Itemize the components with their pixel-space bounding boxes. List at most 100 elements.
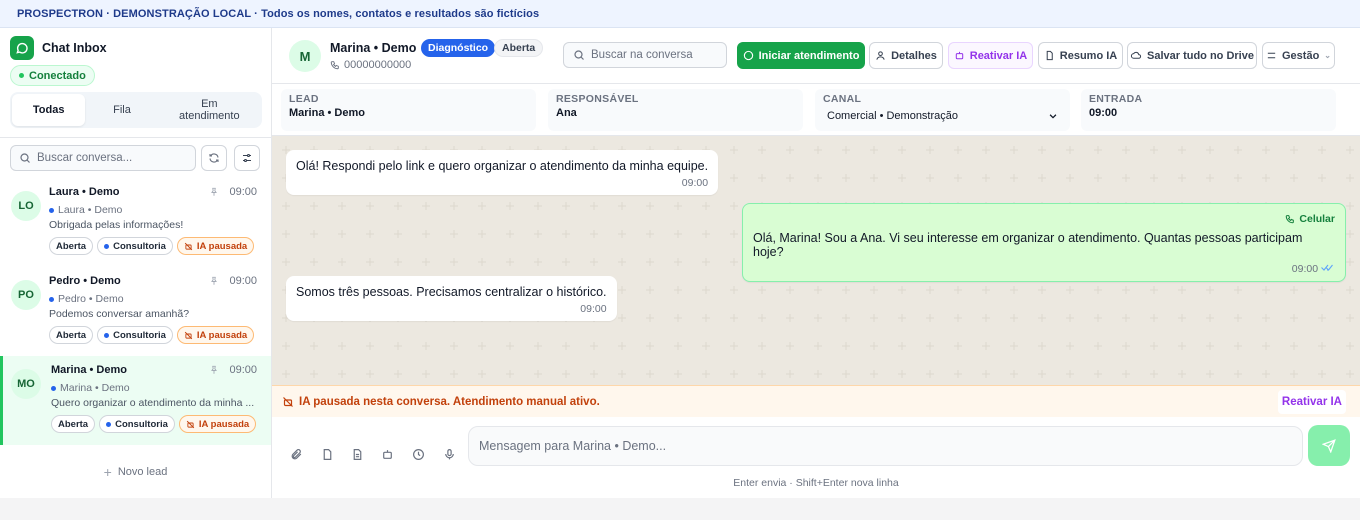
message-text: Olá, Marina! Sou a Ana. Vi seu interesse… xyxy=(753,231,1303,259)
avatar: PO xyxy=(11,280,41,310)
ai-paused-notice-text: IA pausada nesta conversa. Atendimento m… xyxy=(299,395,600,408)
message-text: Olá! Respondi pelo link e quero organiza… xyxy=(296,159,709,173)
channel-field: CANAL Comercial • Demonstração xyxy=(815,89,1070,131)
conversation-search-input[interactable]: Buscar conversa... xyxy=(10,145,196,171)
entry-label: ENTRADA xyxy=(1089,93,1143,105)
tag-ai-paused: IA pausada xyxy=(178,415,257,433)
tag-category-label: Consultoria xyxy=(113,329,166,341)
demo-banner-text: PROSPECTRON · DEMONSTRAÇÃO LOCAL · Todos… xyxy=(17,7,540,20)
conversation-tags: Aberta Consultoria IA pausada xyxy=(51,415,257,433)
message-thread[interactable]: Olá! Respondi pelo link e quero organiza… xyxy=(272,136,1360,385)
sidebar: Chat Inbox Conectado Todas Fila Em atend… xyxy=(0,28,272,498)
voice-button[interactable] xyxy=(439,444,459,464)
message-time: 09:00 xyxy=(681,177,709,189)
conversation-name: Pedro • Demo xyxy=(49,275,121,287)
bot-off-icon xyxy=(186,420,195,428)
conversation-name: Marina • Demo xyxy=(51,364,127,376)
tag-open: Aberta xyxy=(49,326,94,344)
pin-icon xyxy=(211,187,218,196)
ai-summary-button[interactable]: Resumo IA xyxy=(1038,42,1123,69)
conversation-preview: Obrigada pelas informações! xyxy=(49,219,184,231)
stage-badge: Diagnóstico xyxy=(421,39,496,57)
message-time: 09:00 xyxy=(1291,263,1319,275)
message-search-input[interactable]: Buscar na conversa xyxy=(563,42,727,68)
attach-button[interactable] xyxy=(286,444,306,464)
tab-all[interactable]: Todas xyxy=(12,94,86,126)
bot-off-icon xyxy=(283,396,293,407)
save-drive-button[interactable]: Salvar tudo no Drive xyxy=(1127,42,1257,69)
tag-open: Aberta xyxy=(49,237,94,255)
entry-value: 09:00 xyxy=(1089,107,1118,119)
check-circle-icon xyxy=(743,50,753,61)
message-text: Somos três pessoas. Precisamos centraliz… xyxy=(296,285,607,299)
ai-paused-notice: IA pausada nesta conversa. Atendimento m… xyxy=(272,385,1360,417)
management-label: Gestão xyxy=(1282,49,1320,62)
refresh-button[interactable] xyxy=(201,145,227,171)
user-icon xyxy=(876,51,885,60)
filter-tabs: Todas Fila Em atendimento xyxy=(10,92,262,128)
avatar: MO xyxy=(11,369,41,399)
conversation-search-placeholder: Buscar conversa... xyxy=(37,152,133,164)
tab-in-service[interactable]: Em atendimento xyxy=(159,94,260,126)
start-service-button[interactable]: Iniciar atendimento xyxy=(737,42,865,69)
tag-ai-paused-label: IA pausada xyxy=(198,418,250,430)
conversation-contact-label: Laura • Demo xyxy=(58,204,123,216)
tag-ai-paused-label: IA pausada xyxy=(196,329,248,341)
tag-category: Consultoria xyxy=(97,237,173,255)
sidebar-divider xyxy=(0,137,271,138)
conversation-item-marina[interactable]: MO Marina • Demo 09:00 Marina • Demo Que… xyxy=(0,356,271,445)
channel-select[interactable]: Comercial • Demonstração xyxy=(823,108,1062,124)
search-icon xyxy=(574,50,584,60)
template-button[interactable] xyxy=(317,444,337,464)
lead-value: Marina • Demo xyxy=(289,107,365,119)
conversation-contact: Laura • Demo xyxy=(49,204,122,216)
contact-name: Marina • Demo xyxy=(330,41,417,55)
schedule-button[interactable] xyxy=(408,444,428,464)
management-dropdown[interactable]: Gestão ⌄ xyxy=(1262,42,1335,69)
microphone-icon xyxy=(444,448,454,459)
send-icon xyxy=(1322,438,1336,453)
message-input[interactable]: Mensagem para Marina • Demo... xyxy=(468,426,1303,466)
composer-hint: Enter envia · Shift+Enter nova linha xyxy=(733,477,899,489)
conversation-contact: Marina • Demo xyxy=(51,382,130,394)
conversation-item-pedro[interactable]: PO Pedro • Demo 09:00 Pedro • Demo Podem… xyxy=(0,267,271,356)
details-button[interactable]: Detalhes xyxy=(869,42,943,69)
phone-icon xyxy=(330,61,339,70)
demo-banner: PROSPECTRON · DEMONSTRAÇÃO LOCAL · Todos… xyxy=(0,0,1360,28)
tag-category-label: Consultoria xyxy=(115,418,168,430)
reactivate-ai-label: Reativar IA xyxy=(969,49,1028,62)
tag-open: Aberta xyxy=(51,415,96,433)
tab-queue[interactable]: Fila xyxy=(85,94,158,126)
status-badge: Aberta xyxy=(494,39,544,57)
lead-label: LEAD xyxy=(289,93,319,105)
filters-button[interactable] xyxy=(234,145,260,171)
document-button[interactable] xyxy=(347,444,367,464)
plus-icon: + xyxy=(103,464,112,480)
conversation-time: 09:00 xyxy=(229,186,257,198)
conversation-tags: Aberta Consultoria IA pausada xyxy=(49,237,255,255)
contact-avatar: M xyxy=(289,40,321,72)
message-incoming: Somos três pessoas. Precisamos centraliz… xyxy=(286,276,617,321)
details-label: Detalhes xyxy=(891,49,937,62)
channel-dot-icon xyxy=(49,207,54,213)
refresh-icon xyxy=(209,153,219,163)
message-source: Celular xyxy=(753,213,1335,225)
clock-icon xyxy=(412,448,424,460)
tag-category-label: Consultoria xyxy=(113,240,166,252)
conversation-meta: 09:00 xyxy=(209,275,257,287)
message-composer: Mensagem para Marina • Demo... Enter env… xyxy=(272,417,1360,498)
conversation-item-laura[interactable]: LO Laura • Demo 09:00 Laura • Demo Obrig… xyxy=(0,178,271,267)
reactivate-ai-link[interactable]: Reativar IA xyxy=(1277,390,1346,414)
channel-label: CANAL xyxy=(823,93,862,105)
document-lines-icon xyxy=(353,448,361,460)
send-button[interactable] xyxy=(1308,425,1350,466)
owner-label: RESPONSÁVEL xyxy=(556,93,639,105)
conversation-time: 09:00 xyxy=(229,364,257,376)
ai-suggest-button[interactable] xyxy=(377,444,397,464)
channel-select-value: Comercial • Demonstração xyxy=(827,110,959,122)
new-lead-button[interactable]: + Novo lead xyxy=(0,464,271,480)
contact-phone-number: 00000000000 xyxy=(344,59,412,71)
pin-icon xyxy=(211,276,218,285)
reactivate-ai-button[interactable]: Reativar IA xyxy=(948,42,1033,69)
message-source-label: Celular xyxy=(1299,213,1335,225)
